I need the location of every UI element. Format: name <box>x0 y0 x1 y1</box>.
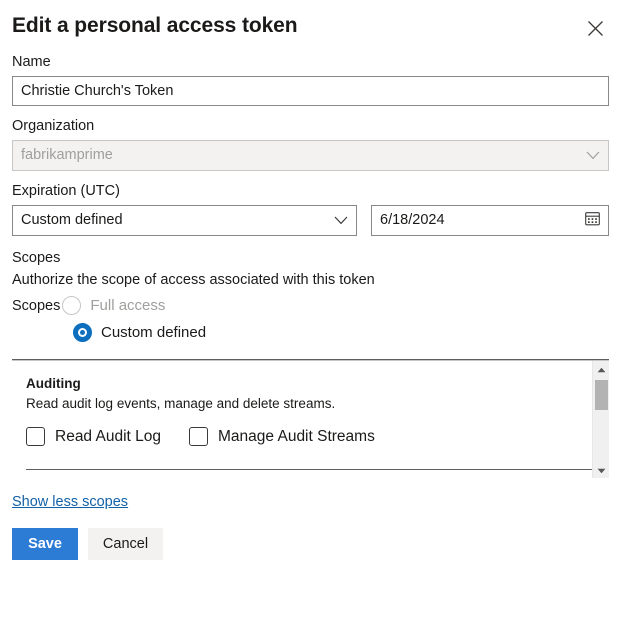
scope-group-separator <box>26 469 595 470</box>
checkbox-item-read-audit-log[interactable]: Read Audit Log <box>26 426 161 447</box>
checkbox-read-audit-log[interactable] <box>26 427 45 446</box>
cancel-button[interactable]: Cancel <box>88 528 163 560</box>
scopes-radio-group: Scopes Full access Custom defined <box>12 292 609 346</box>
scope-group-subtitle: Read audit log events, manage and delete… <box>26 394 595 413</box>
name-input[interactable] <box>12 76 609 106</box>
scopes-heading: Scopes <box>12 248 609 269</box>
name-label: Name <box>12 52 609 72</box>
organization-field-block: Organization fabrikamprime <box>12 116 609 171</box>
scopes-scroll-panel: Auditing Read audit log events, manage a… <box>12 360 609 478</box>
calendar-icon[interactable] <box>585 211 600 231</box>
scopes-description: Authorize the scope of access associated… <box>12 269 609 291</box>
scrollbar-thumb[interactable] <box>595 380 608 410</box>
scopes-inline-label: Scopes <box>12 295 60 317</box>
scope-option-full-access: Scopes Full access <box>12 292 609 319</box>
checkbox-item-manage-audit-streams[interactable]: Manage Audit Streams <box>189 426 375 447</box>
chevron-down-icon <box>586 147 600 165</box>
chevron-down-icon <box>334 212 348 230</box>
radio-custom-defined-label: Custom defined <box>101 322 206 344</box>
radio-full-access-label: Full access <box>90 295 165 317</box>
scope-group-title: Auditing <box>26 375 595 393</box>
checkbox-manage-audit-streams-label: Manage Audit Streams <box>218 426 375 447</box>
name-field-block: Name <box>12 52 609 106</box>
save-button[interactable]: Save <box>12 528 78 560</box>
expiration-date-value: 6/18/2024 <box>380 206 585 235</box>
organization-value: fabrikamprime <box>21 141 580 170</box>
dialog-actions: Save Cancel <box>12 528 609 560</box>
radio-custom-defined[interactable] <box>73 323 92 342</box>
expiration-row: Custom defined 6/18/2024 <box>12 205 609 236</box>
expiration-label: Expiration (UTC) <box>12 181 609 201</box>
page-title: Edit a personal access token <box>12 13 298 39</box>
show-less-scopes-link[interactable]: Show less scopes <box>12 494 128 510</box>
scope-group-auditing: Auditing Read audit log events, manage a… <box>12 361 609 447</box>
close-icon <box>587 20 604 37</box>
expiration-preset-dropdown[interactable]: Custom defined <box>12 205 357 236</box>
expiration-preset-value: Custom defined <box>21 206 328 235</box>
dialog-header: Edit a personal access token <box>12 0 609 52</box>
close-button[interactable] <box>579 12 611 44</box>
scopes-scrollbar[interactable] <box>592 361 609 478</box>
radio-full-access <box>62 296 81 315</box>
edit-pat-dialog: Edit a personal access token Name Organi… <box>0 0 621 626</box>
expiration-date-field[interactable]: 6/18/2024 <box>371 205 609 236</box>
organization-dropdown: fabrikamprime <box>12 140 609 171</box>
checkbox-manage-audit-streams[interactable] <box>189 427 208 446</box>
checkbox-read-audit-log-label: Read Audit Log <box>55 426 161 447</box>
scroll-up-arrow-icon[interactable] <box>593 361 609 378</box>
scroll-down-arrow-icon[interactable] <box>593 462 609 478</box>
show-less-scopes-row: Show less scopes <box>12 492 609 512</box>
scope-option-custom-defined[interactable]: Custom defined <box>12 319 609 346</box>
organization-label: Organization <box>12 116 609 136</box>
expiration-field-block: Expiration (UTC) Custom defined 6/18/202… <box>12 181 609 236</box>
scope-checkbox-row: Read Audit Log Manage Audit Streams <box>26 426 595 447</box>
